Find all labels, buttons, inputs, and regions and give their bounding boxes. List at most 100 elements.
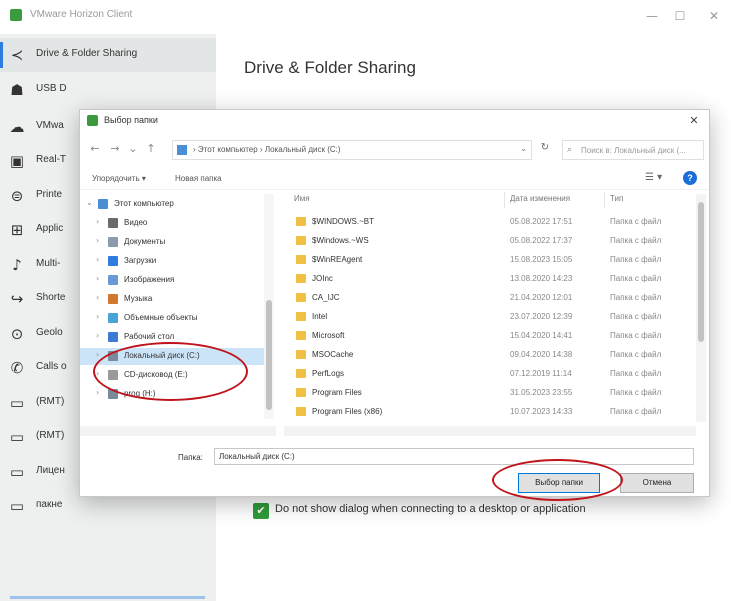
active-indicator	[0, 42, 3, 68]
file-row[interactable]: JOInc 13.08.2020 14:23 Папка с файл	[284, 271, 696, 287]
file-row[interactable]: $WinREAgent 15.08.2023 15:05 Папка с файл	[284, 252, 696, 268]
file-type: Папка с файл	[610, 369, 662, 378]
tree-item[interactable]: › Документы	[80, 234, 270, 251]
expand-chevron-icon[interactable]: ⌄	[86, 198, 93, 207]
file-row[interactable]: Intel 23.07.2020 12:39 Папка с файл	[284, 309, 696, 325]
cancel-button[interactable]: Отмена	[620, 473, 694, 493]
collapse-chevron-icon[interactable]: ›	[96, 236, 99, 245]
collapse-chevron-icon[interactable]: ›	[96, 217, 99, 226]
desktop-icon: ▭	[9, 428, 25, 446]
folder-icon	[108, 332, 118, 342]
new-folder-button[interactable]: Новая папка	[175, 174, 222, 183]
tree-item-label: Видео	[124, 218, 148, 227]
address-bar[interactable]: › Этот компьютер › Локальный диск (C:) ⌄	[172, 140, 532, 160]
view-options-icon[interactable]: ☰ ▾	[645, 172, 662, 183]
tree-item[interactable]: › Изображения	[80, 272, 270, 289]
annotation-circle	[93, 342, 248, 401]
column-type-header[interactable]: Тип	[610, 194, 623, 203]
collapse-chevron-icon[interactable]: ›	[96, 293, 99, 302]
search-placeholder: Поиск в: Локальный диск (...	[581, 146, 686, 155]
close-button[interactable]: ✕	[700, 6, 728, 26]
folder-icon	[108, 237, 118, 247]
folder-name-input[interactable]	[214, 448, 694, 465]
column-name-header[interactable]: Имя	[294, 194, 310, 203]
collapse-chevron-icon[interactable]: ›	[96, 312, 99, 321]
tree-item-label: Документы	[124, 237, 166, 246]
tree-scroll-thumb[interactable]	[266, 300, 272, 410]
file-date: 15.04.2020 14:41	[510, 331, 573, 340]
file-row[interactable]: PerfLogs 07.12.2019 11:14 Папка с файл	[284, 366, 696, 382]
file-row[interactable]: Program Files 31.05.2023 23:55 Папка с фай…	[284, 385, 696, 401]
folder-icon	[108, 275, 118, 285]
list-horizontal-scrollbar[interactable]	[284, 426, 696, 436]
file-date: 13.08.2020 14:23	[510, 274, 573, 283]
collapse-chevron-icon[interactable]: ›	[96, 274, 99, 283]
sidebar-item-label: Applic	[36, 223, 64, 234]
file-row[interactable]: Microsoft 15.04.2020 14:41 Папка с файл	[284, 328, 696, 344]
column-date-header[interactable]: Дата изменения	[510, 194, 570, 203]
tree-item[interactable]: ⌄ Этот компьютер	[80, 196, 270, 213]
folder-picker-dialog: Выбор папки ✕ ← → ⌄ ↑ › Этот компьютер ›…	[79, 109, 710, 497]
file-name: JOInc	[312, 274, 333, 283]
cloud-icon: ☁	[9, 118, 25, 136]
column-separator[interactable]	[604, 192, 605, 208]
tree-item[interactable]: › Загрузки	[80, 253, 270, 270]
apps-icon: ⊞	[10, 221, 24, 239]
file-date: 07.12.2019 11:14	[510, 369, 572, 378]
collapse-chevron-icon[interactable]: ›	[96, 331, 99, 340]
collapse-chevron-icon[interactable]: ›	[96, 350, 99, 359]
file-type: Папка с файл	[610, 255, 662, 264]
tree-item[interactable]: › Музыка	[80, 291, 270, 308]
sidebar-item-label: Geolo	[36, 327, 63, 338]
dialog-title-bar: Выбор папки ✕	[80, 110, 709, 132]
annotation-circle	[492, 459, 623, 501]
search-icon: ⌕	[567, 145, 573, 155]
file-name: Microsoft	[312, 331, 345, 340]
file-row[interactable]: CA_IJC 21.04.2020 12:01 Папка с файл	[284, 290, 696, 306]
sidebar-item-label: Calls o	[36, 361, 67, 372]
do-not-show-checkbox[interactable]: ✔	[253, 503, 269, 519]
back-arrow-icon[interactable]: ←	[88, 141, 102, 157]
file-name: $WinREAgent	[312, 255, 363, 264]
tree-item[interactable]: › Объемные объекты	[80, 310, 270, 327]
tree-item-label: Музыка	[124, 294, 153, 303]
forward-arrow-icon[interactable]: →	[108, 141, 122, 157]
maximize-button[interactable]: ☐	[666, 6, 694, 26]
folder-icon	[296, 274, 306, 283]
minimize-button[interactable]: —	[638, 6, 666, 26]
file-type: Папка с файл	[610, 388, 662, 397]
app-title: VMware Horizon Client	[30, 9, 133, 20]
file-name: MSOCache	[312, 350, 354, 359]
file-date: 10.07.2023 14:33	[510, 407, 573, 416]
file-type: Папка с файл	[610, 312, 662, 321]
collapse-chevron-icon[interactable]: ›	[96, 388, 99, 397]
sidebar-item[interactable]: ≺ Drive & Folder Sharing	[0, 38, 216, 72]
collapse-chevron-icon[interactable]: ›	[96, 255, 99, 264]
help-icon[interactable]: ?	[683, 171, 697, 185]
file-row[interactable]: Program Files (x86) 10.07.2023 14:33 Папка…	[284, 404, 696, 420]
list-scroll-thumb[interactable]	[698, 202, 704, 342]
file-row[interactable]: $WINDOWS.~BT 05.08.2022 17:51 Папка с файл	[284, 214, 696, 230]
file-row[interactable]: MSOCache 09.04.2020 14:38 Папка с файл	[284, 347, 696, 363]
folder-icon	[296, 369, 306, 378]
search-input[interactable]: ⌕ Поиск в: Локальный диск (...	[562, 140, 704, 160]
sidebar-item-label: Лицен	[36, 465, 65, 476]
file-name: Intel	[312, 312, 328, 321]
tree-item[interactable]: › Видео	[80, 215, 270, 232]
dialog-close-button[interactable]: ✕	[685, 112, 703, 130]
folder-icon	[296, 217, 306, 226]
up-arrow-icon[interactable]: ↑	[144, 141, 158, 157]
file-date: 05.08.2022 17:37	[510, 236, 573, 245]
refresh-icon[interactable]: ↻	[536, 142, 554, 158]
file-date: 09.04.2020 14:38	[510, 350, 573, 359]
file-date: 23.07.2020 12:39	[510, 312, 573, 321]
column-separator[interactable]	[504, 192, 505, 208]
tree-horizontal-scrollbar[interactable]	[80, 426, 276, 436]
chevron-down-icon[interactable]: ⌄	[126, 141, 140, 157]
organize-menu[interactable]: Упорядочить ▾	[92, 174, 146, 183]
sidebar-item[interactable]: ☗ USB D	[0, 73, 216, 107]
file-row[interactable]: $Windows.~WS 05.08.2022 17:37 Папка с файл	[284, 233, 696, 249]
file-date: 15.08.2023 15:05	[510, 255, 573, 264]
address-dropdown-icon[interactable]: ⌄	[520, 144, 527, 153]
tree-item-label: Объемные объекты	[124, 313, 198, 322]
